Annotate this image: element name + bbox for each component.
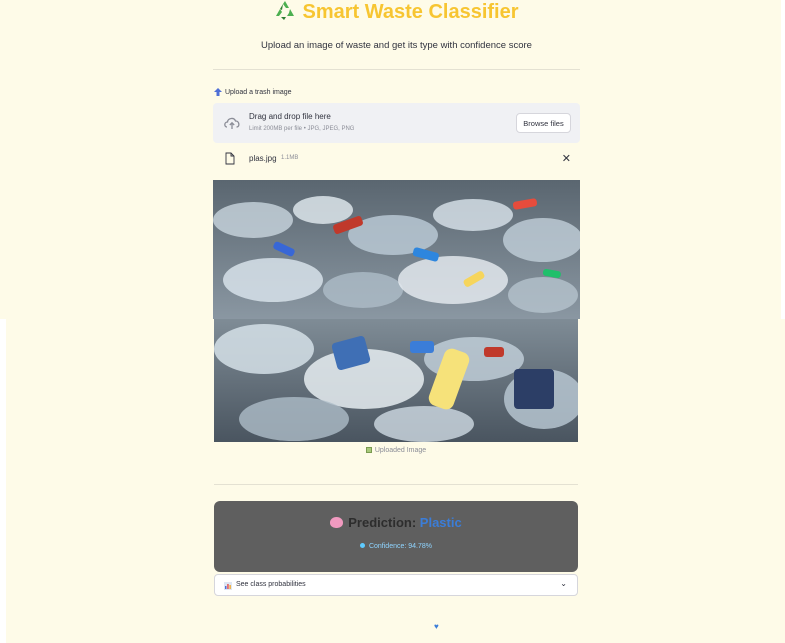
page-title-text: Smart Waste Classifier: [302, 1, 519, 23]
prediction-label: Prediction:: [348, 515, 417, 530]
file-dropzone[interactable]: Drag and drop file here Limit 200MB per …: [213, 103, 580, 143]
uploader-label: Upload a trash image: [214, 88, 292, 96]
uploaded-file-row: plas.jpg 1.1MB ✕: [213, 150, 580, 168]
brain-icon: [330, 517, 344, 528]
uploaded-image-top: [213, 180, 580, 319]
browse-files-button[interactable]: Browse files: [516, 113, 571, 133]
remove-file-button[interactable]: ✕: [562, 152, 571, 165]
divider-bottom: [214, 484, 578, 485]
bar-chart-icon: [224, 582, 232, 590]
confidence-line: Confidence: 94.78%: [214, 543, 578, 550]
uploader-label-text: Upload a trash image: [225, 88, 292, 96]
upload-arrow-icon: [214, 88, 222, 96]
file-name: plas.jpg: [249, 154, 277, 163]
heart-icon: ♥: [434, 622, 439, 631]
confidence-text: Confidence: 94.78%: [368, 543, 433, 550]
class-probabilities-expander[interactable]: See class probabilities ⌄: [214, 574, 578, 596]
page-subtitle: Upload an image of waste and get its typ…: [261, 40, 532, 51]
dropzone-limit: Limit 200MB per file • JPG, JPEG, PNG: [249, 126, 355, 132]
dropzone-title: Drag and drop file here: [249, 112, 331, 121]
page-title: Smart Waste Classifier: [0, 0, 785, 24]
image-caption-text: Uploaded Image: [374, 447, 427, 454]
prediction-box: Prediction: Plastic Confidence: 94.78%: [214, 501, 578, 572]
prediction-value: Plastic: [419, 515, 462, 530]
cloud-upload-icon: [224, 117, 240, 129]
file-size: 1.1MB: [281, 155, 299, 161]
image-icon: [365, 447, 372, 453]
image-caption: Uploaded Image: [214, 447, 578, 454]
recycle-icon: [276, 1, 295, 20]
expander-label: See class probabilities: [236, 581, 306, 588]
confidence-dot-icon: [359, 543, 365, 548]
prediction-title: Prediction: Plastic: [214, 515, 578, 530]
chevron-down-icon: ⌄: [560, 579, 567, 588]
file-icon: [225, 152, 235, 165]
uploaded-image-bottom: [214, 319, 578, 442]
divider-top: [213, 69, 580, 70]
